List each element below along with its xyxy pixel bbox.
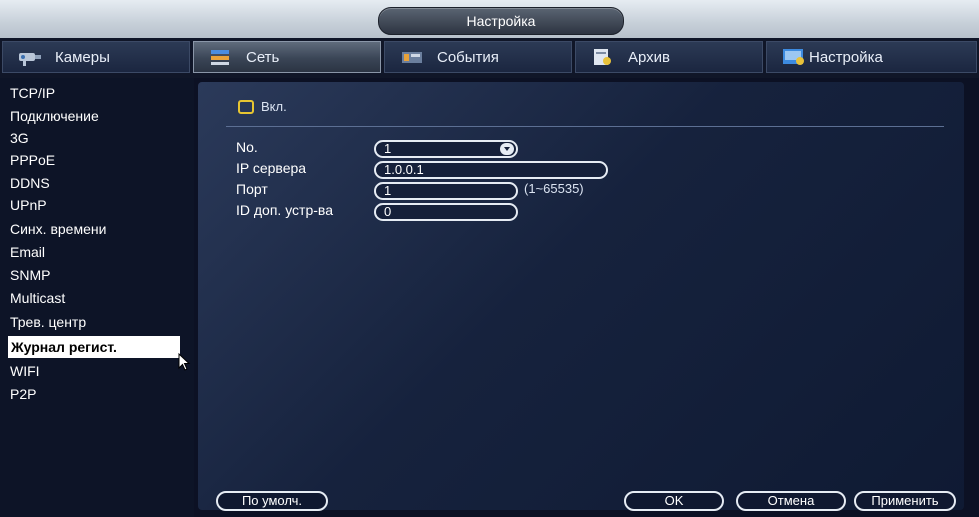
sidebar-item-tcpip[interactable]: TCP/IP — [10, 82, 55, 104]
ip-server-input[interactable]: 1.0.0.1 — [374, 161, 608, 179]
settings-icon — [781, 47, 809, 67]
tab-archive-label: Архив — [628, 48, 671, 66]
sidebar-item-ddns[interactable]: DDNS — [10, 172, 50, 194]
sidebar-item-multicast[interactable]: Multicast — [10, 287, 65, 309]
port-input[interactable]: 1 — [374, 182, 518, 200]
sidebar-item-connection[interactable]: Подключение — [10, 105, 99, 127]
no-label: No. — [236, 139, 258, 155]
tab-settings[interactable]: Настройка — [766, 41, 977, 73]
tab-cameras-label: Камеры — [55, 48, 110, 66]
tab-settings-label: Настройка — [809, 48, 883, 66]
chevron-down-icon — [500, 143, 514, 155]
setup-window: Настройка Камеры Сеть События Архив Наст… — [0, 0, 979, 517]
tab-bar: Камеры Сеть События Архив Настройка — [0, 38, 979, 78]
sidebar: TCP/IP Подключение 3G PPPoE DDNS UPnP Си… — [0, 78, 194, 517]
tab-events[interactable]: События — [384, 41, 572, 73]
device-id-label: ID доп. устр-ва — [236, 202, 333, 218]
device-id-input[interactable]: 0 — [374, 203, 518, 221]
sidebar-item-wifi[interactable]: WIFI — [10, 360, 40, 382]
ok-button[interactable]: OK — [624, 491, 724, 511]
enable-label: Вкл. — [261, 99, 287, 114]
window-title: Настройка — [378, 7, 624, 35]
no-select[interactable]: 1 — [374, 140, 518, 158]
sidebar-item-3g[interactable]: 3G — [10, 127, 29, 149]
port-range-hint: (1~65535) — [524, 181, 584, 196]
settings-panel: Вкл. No. 1 IP сервера 1.0.0.1 Порт 1 (1~… — [198, 82, 964, 511]
divider — [226, 126, 944, 127]
cancel-button[interactable]: Отмена — [736, 491, 846, 511]
apply-button[interactable]: Применить — [854, 491, 956, 511]
archive-icon — [590, 47, 618, 67]
tab-archive[interactable]: Архив — [575, 41, 763, 73]
network-icon — [208, 47, 236, 67]
mouse-pointer-icon — [178, 352, 192, 378]
enable-checkbox[interactable] — [238, 100, 254, 114]
ip-server-label: IP сервера — [236, 160, 307, 176]
title-bar: Настройка — [0, 0, 979, 38]
sidebar-item-alarm-center[interactable]: Трев. центр — [10, 311, 86, 333]
tab-network[interactable]: Сеть — [193, 41, 381, 73]
sidebar-item-p2p[interactable]: P2P — [10, 383, 36, 405]
port-label: Порт — [236, 181, 268, 197]
events-icon — [399, 47, 427, 67]
tab-network-label: Сеть — [246, 48, 280, 66]
sidebar-item-time-sync[interactable]: Синх. времени — [10, 218, 106, 240]
sidebar-item-upnp[interactable]: UPnP — [10, 194, 47, 216]
tab-cameras[interactable]: Камеры — [2, 41, 190, 73]
sidebar-item-email[interactable]: Email — [10, 241, 45, 263]
sidebar-item-pppoe[interactable]: PPPoE — [10, 149, 55, 171]
sidebar-item-snmp[interactable]: SNMP — [10, 264, 50, 286]
tab-events-label: События — [437, 48, 499, 66]
sidebar-item-log[interactable]: Журнал регист. — [8, 336, 180, 358]
default-button[interactable]: По умолч. — [216, 491, 328, 511]
no-select-value: 1 — [384, 141, 392, 156]
camera-icon — [17, 47, 45, 67]
